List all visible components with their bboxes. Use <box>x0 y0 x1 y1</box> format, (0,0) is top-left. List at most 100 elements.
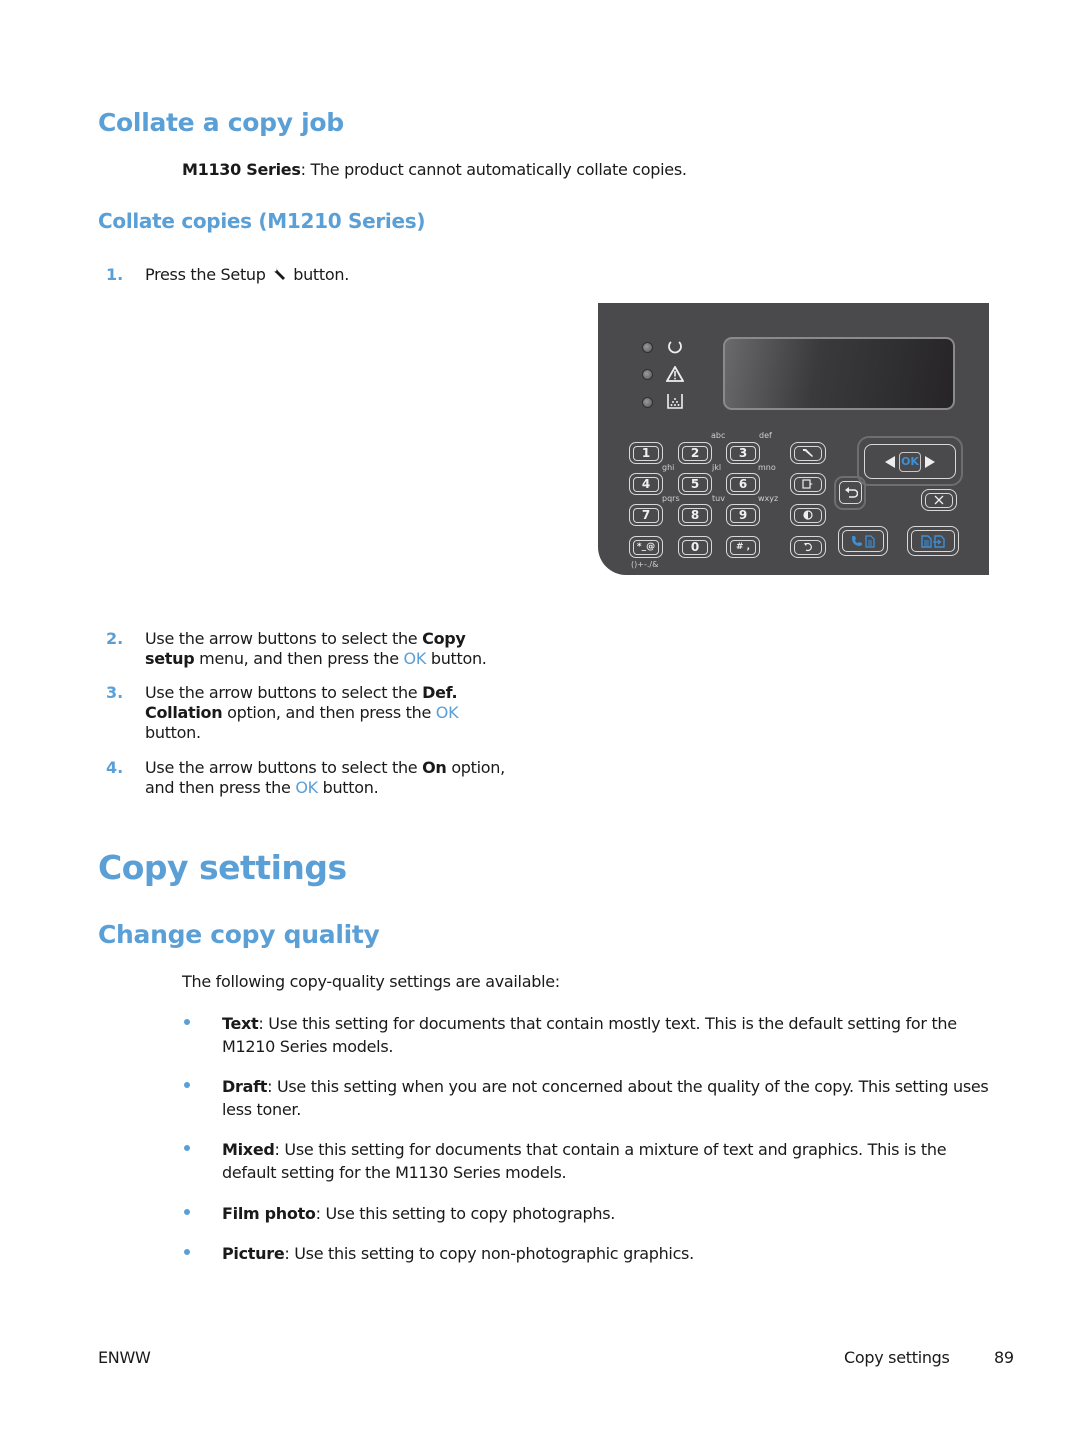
quality-item-mixed: Mixed: Use this setting for documents th… <box>222 1138 1022 1184</box>
key-letters: def <box>759 431 772 440</box>
step-number: 2. <box>106 629 124 648</box>
cancel-icon <box>925 492 953 508</box>
contrast-icon <box>794 507 822 523</box>
cancel-key <box>921 489 957 511</box>
setting-description: : Use this setting to copy non-photograp… <box>284 1244 694 1263</box>
key-label: 3 <box>730 445 756 461</box>
step-text: button. <box>145 723 201 742</box>
lighter-darker-key <box>790 504 826 526</box>
setting-name: Text <box>222 1014 259 1033</box>
document-icon <box>921 534 932 548</box>
symbols-label: ()+-./& <box>631 560 659 569</box>
key-star: *_@ <box>629 536 663 558</box>
key-4: 4 <box>629 473 663 495</box>
start-copy-key <box>907 526 959 556</box>
toner-led <box>642 397 653 408</box>
copy-arrow-icon <box>933 534 945 548</box>
key-label: 8 <box>682 507 708 523</box>
footer-section: Copy settings <box>844 1348 950 1367</box>
key-5: 5 <box>678 473 712 495</box>
key-3: 3 <box>726 442 760 464</box>
key-letters: mno <box>758 463 776 472</box>
step-2-text: Use the arrow buttons to select the Copy… <box>145 629 525 669</box>
setting-description: less toner. <box>222 1100 301 1119</box>
m1130-note-bold: M1130 Series <box>182 160 301 179</box>
step-number: 1. <box>106 265 124 284</box>
key-label: 2 <box>682 445 708 461</box>
key-6: 6 <box>726 473 760 495</box>
step-text: Use the arrow buttons to select the <box>145 683 423 702</box>
key-9: 9 <box>726 504 760 526</box>
key-letters: pqrs <box>662 494 680 503</box>
key-letters: tuv <box>712 494 725 503</box>
option-name: On <box>422 758 447 777</box>
bullet-icon <box>184 1019 190 1025</box>
bullet-icon <box>184 1145 190 1151</box>
page-number: 89 <box>994 1348 1014 1367</box>
key-label: 5 <box>682 476 708 492</box>
setting-name: Mixed <box>222 1140 275 1159</box>
key-hash: # , <box>726 536 760 558</box>
m1130-note-text: : The product cannot automatically colla… <box>300 160 687 179</box>
step-text: option, <box>446 758 505 777</box>
key-label: 6 <box>730 476 756 492</box>
m1130-note: M1130 Series: The product cannot automat… <box>182 160 687 180</box>
ok-key: OK <box>899 451 921 472</box>
quality-item-picture: Picture: Use this setting to copy non-ph… <box>222 1242 1022 1265</box>
menu-name: setup <box>145 649 195 668</box>
copy-setup-key <box>790 473 826 495</box>
setup-key <box>790 442 826 464</box>
quality-item-film-photo: Film photo: Use this setting to copy pho… <box>222 1202 1022 1225</box>
step-text: option, and then press the <box>222 703 436 722</box>
ok-button-reference: OK <box>295 778 318 797</box>
ready-led <box>642 342 653 353</box>
control-panel-illustration: abc def ghi jkl mno pqrs tuv wxyz 1 2 3 … <box>598 303 989 575</box>
bullet-icon <box>184 1082 190 1088</box>
setting-description: default setting for the M1130 Series mod… <box>222 1163 567 1182</box>
document-icon <box>865 534 875 548</box>
quality-intro: The following copy-quality settings are … <box>182 972 560 991</box>
attention-icon <box>665 365 685 386</box>
key-label: # , <box>730 539 756 555</box>
step-1-text: Press the Setup button. <box>145 265 349 288</box>
step-1-text-after: button. <box>293 265 349 284</box>
step-number: 3. <box>106 683 124 702</box>
menu-name: Copy <box>422 629 466 648</box>
bullet-icon <box>184 1249 190 1255</box>
setting-description: : Use this setting for documents that co… <box>274 1140 947 1159</box>
subsection-title-collate-m1210: Collate copies (M1210 Series) <box>98 209 426 233</box>
setting-description: : Use this setting when you are not conc… <box>267 1077 989 1096</box>
step-3-text: Use the arrow buttons to select the Def.… <box>145 683 525 743</box>
step-text: Use the arrow buttons to select the <box>145 758 423 777</box>
key-label: 4 <box>633 476 659 492</box>
setting-name: Picture <box>222 1244 285 1263</box>
key-1: 1 <box>629 442 663 464</box>
setting-description: : Use this setting to copy photographs. <box>315 1204 616 1223</box>
redial-key <box>790 536 826 558</box>
left-arrow-icon <box>885 455 895 468</box>
ready-icon <box>666 338 684 360</box>
step-text: menu, and then press the <box>194 649 404 668</box>
key-2: 2 <box>678 442 712 464</box>
section-title-collate: Collate a copy job <box>98 108 344 137</box>
key-label: 7 <box>633 507 659 523</box>
toner-icon <box>666 393 684 413</box>
step-text: Use the arrow buttons to select the <box>145 629 423 648</box>
key-letters: wxyz <box>758 494 779 503</box>
start-fax-key <box>838 526 888 556</box>
key-letters: jkl <box>712 463 722 472</box>
wrench-icon <box>270 265 288 288</box>
step-text: button. <box>426 649 487 668</box>
footer-left: ENWW <box>98 1348 151 1367</box>
section-title-change-quality: Change copy quality <box>98 920 380 949</box>
key-label: 0 <box>682 539 708 555</box>
arrow-keys: OK <box>864 444 956 479</box>
step-4-text: Use the arrow buttons to select the On o… <box>145 758 545 798</box>
ok-button-reference: OK <box>403 649 427 668</box>
key-label: *_@ <box>633 539 659 555</box>
redial-icon <box>794 539 822 555</box>
chapter-title-copy-settings: Copy settings <box>98 848 347 887</box>
copy-setup-icon <box>794 476 822 492</box>
key-7: 7 <box>629 504 663 526</box>
step-text: button. <box>317 778 379 797</box>
